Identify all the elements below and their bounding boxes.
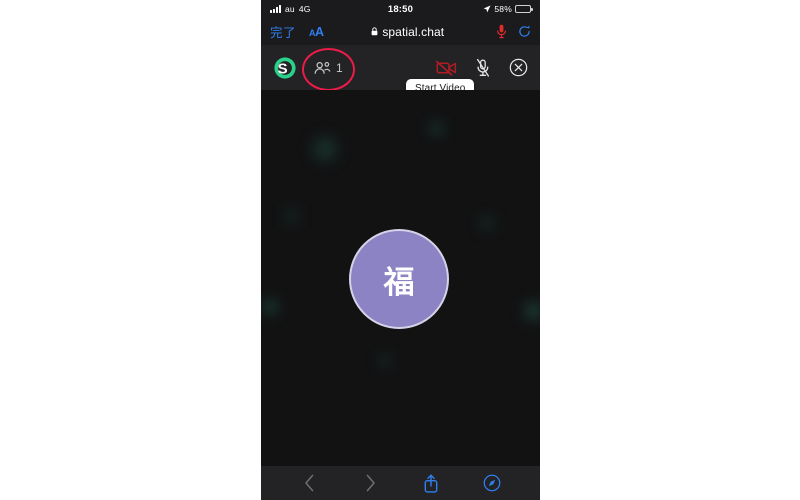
share-icon (424, 474, 438, 493)
lock-icon (371, 27, 378, 36)
background-glow (313, 137, 337, 161)
background-glow (263, 300, 277, 314)
background-glow (481, 217, 493, 229)
location-arrow-icon (484, 5, 491, 13)
background-glow (431, 123, 442, 134)
ios-status-bar: au 4G 18:50 58% (261, 0, 540, 18)
participant-counter[interactable]: 1 (314, 61, 343, 75)
chevron-left-icon (305, 474, 314, 492)
close-button[interactable] (509, 58, 528, 77)
background-glow (381, 357, 389, 365)
battery-icon (515, 5, 533, 13)
svg-text:S: S (278, 60, 288, 77)
video-off-icon (436, 60, 457, 76)
toolbar-actions (436, 58, 528, 77)
participant-avatar[interactable]: 福 (349, 229, 449, 329)
close-icon (509, 58, 528, 77)
forward-button[interactable] (340, 474, 401, 492)
background-glow (525, 302, 540, 320)
signal-bars-icon (270, 5, 281, 13)
text-size-button[interactable]: AA (309, 25, 324, 39)
spatialchat-toolbar: S 1 (261, 45, 540, 91)
background-glow (286, 210, 298, 222)
network-type-label: 4G (298, 4, 311, 14)
phone-screenshot: au 4G 18:50 58% 完了 AA spatial.chat S 1 S… (261, 0, 540, 500)
url-field[interactable]: spatial.chat (324, 25, 492, 39)
microphone-icon[interactable] (496, 24, 507, 39)
safari-address-bar: 完了 AA spatial.chat (261, 18, 540, 45)
done-button[interactable]: 完了 (270, 22, 296, 41)
video-off-button[interactable] (436, 60, 457, 76)
people-icon (314, 61, 331, 74)
chevron-right-icon (366, 474, 375, 492)
microphone-glyph (496, 24, 507, 39)
avatar-initial: 福 (383, 264, 415, 301)
text-size-large-a: A (315, 24, 324, 39)
safari-bottom-toolbar (261, 466, 540, 500)
carrier-label: au (285, 4, 295, 14)
compass-icon (483, 474, 500, 492)
microphone-muted-icon (476, 58, 490, 77)
battery-percent-label: 58% (494, 4, 512, 14)
tabs-button[interactable] (461, 474, 522, 492)
spatialchat-logo-icon[interactable]: S (273, 56, 297, 80)
status-bar-right: 58% (483, 4, 533, 14)
status-bar-left: au 4G (270, 4, 311, 14)
spatialchat-stage[interactable]: 福 (261, 90, 540, 466)
microphone-muted-button[interactable] (476, 58, 490, 77)
url-text: spatial.chat (382, 24, 445, 39)
back-button[interactable] (279, 474, 340, 492)
participant-count-label: 1 (336, 60, 343, 75)
reload-button[interactable] (518, 25, 531, 38)
reload-icon (519, 25, 530, 37)
share-button[interactable] (401, 474, 462, 493)
